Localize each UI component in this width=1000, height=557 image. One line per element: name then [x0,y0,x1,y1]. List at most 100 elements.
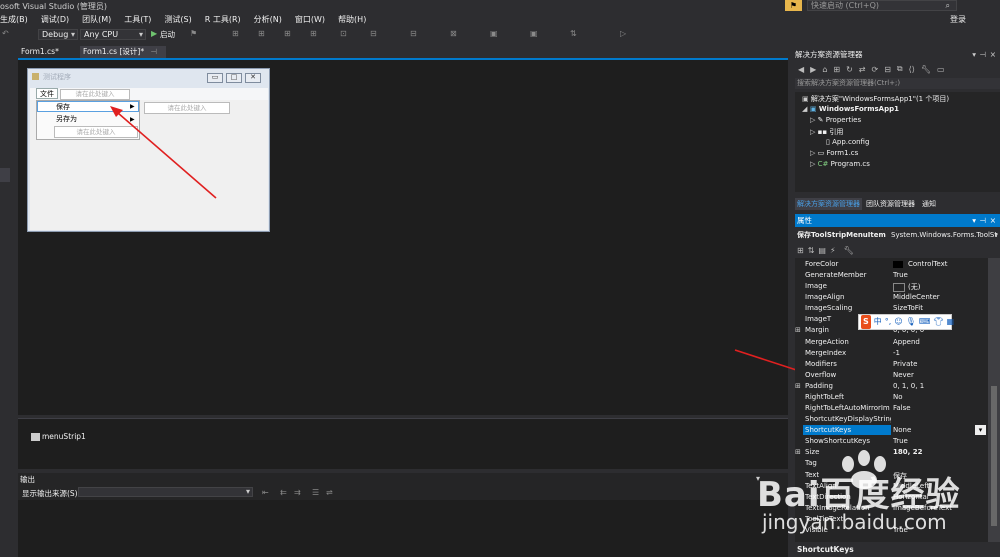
property-name[interactable]: ShortcutKeys [805,426,891,434]
properties-toolbar: ⊞ ⇅ ▤ ⚡ 🔧︎ [795,243,1000,257]
mic-icon: 🎙︎ [905,317,916,326]
next-icon[interactable]: ⇉ [294,488,301,497]
expand-property-icon[interactable]: ⊞ [795,382,801,390]
tree-references[interactable]: ▷ ▪▪ 引用 [810,127,843,137]
events-icon[interactable]: ⚡ [830,246,836,255]
tree-solution[interactable]: ▣ 解决方案"WindowsFormsApp1"(1 个项目) [802,94,949,104]
prev-icon[interactable]: ⇇ [280,488,287,497]
properties-object-select[interactable]: 保存ToolStripMenuItem System.Windows.Forms… [795,229,1000,241]
config-icon: ▯ [826,138,830,146]
property-value[interactable]: (无) [908,282,920,292]
dropdown-icon[interactable]: ▾ [972,214,976,227]
tab-solution-explorer[interactable]: 解决方案资源管理器 [795,198,862,210]
property-name[interactable]: Overflow [805,371,891,379]
property-value[interactable]: 180, 22 [893,448,922,456]
pin-icon[interactable]: ⊣ [979,50,986,59]
expand-property-icon[interactable]: ⊞ [795,326,801,334]
property-value[interactable]: MiddleCenter [893,293,940,301]
pending-icon[interactable]: ↻ [846,65,853,74]
properties-header: 属性 ▾ ⊣ × [795,214,1000,227]
solution-icon: ▣ [802,95,809,103]
property-name[interactable]: Padding [805,382,891,390]
find-icon[interactable]: ⇤ [262,488,269,497]
wrap-icon[interactable]: ⇌ [326,488,333,497]
collapsed-icon: ▷ [810,128,816,136]
property-value[interactable]: None [893,426,911,434]
property-value[interactable]: Append [893,338,920,346]
property-value[interactable]: Never [893,371,914,379]
home-icon[interactable]: ⌂ [822,65,827,74]
chevron-down-icon: ▾ [994,231,998,239]
property-name[interactable]: GenerateMember [805,271,891,279]
property-value[interactable]: -1 [893,349,900,357]
property-value[interactable]: True [893,437,908,445]
forward-icon[interactable]: ▶ [810,65,816,74]
property-name[interactable]: ImageAlign [805,293,891,301]
property-name[interactable]: ShowShortcutKeys [805,437,891,445]
property-name[interactable]: MergeIndex [805,349,891,357]
expand-property-icon[interactable]: ⊞ [795,448,801,456]
ime-chinese-mode-icon: 中 [873,317,882,326]
sync-icon[interactable]: ⇄ [859,65,866,74]
baidu-jingyan-watermark: Bai百度经验 [757,475,961,515]
close-icon[interactable]: × [990,50,996,59]
switch-view-icon[interactable]: ⊞ [833,65,840,74]
scroll-thumb[interactable] [991,386,997,526]
clear-icon[interactable]: ☰ [312,488,319,497]
ime-toolbar[interactable]: S 中 °, ☺ 🎙︎ ⌨ 👕︎ ▦ [858,314,955,330]
property-value[interactable]: ControlText [908,260,947,268]
tab-notifications[interactable]: 通知 [922,198,936,210]
tree-app-config[interactable]: ▯ App.config [826,138,869,146]
tab-team-explorer[interactable]: 团队资源管理器 [866,198,915,210]
dropdown-icon[interactable]: ▾ [972,50,976,59]
solution-explorer-toolbar: ◀ ▶ ⌂ ⊞ ↻ ⇄ ⟳ ⊟ ⧉ ⟨⟩ 🔧︎ ▭ [795,62,1000,76]
menustrip-component[interactable]: menuStrip1 [31,432,86,441]
property-name[interactable]: RightToLeft [805,393,891,401]
pin-icon[interactable]: ⊣ [979,214,986,227]
output-source-select[interactable] [78,487,253,497]
arrow-to-save [110,106,217,199]
color-swatch [893,261,903,268]
properties-icon[interactable]: ▤ [818,246,826,255]
menustrip-icon [31,433,40,441]
property-value[interactable]: True [893,271,908,279]
property-name[interactable]: Image [805,282,891,290]
tree-program[interactable]: ▷ C# Program.cs [810,160,870,168]
property-scrollbar[interactable] [988,258,1000,542]
property-value[interactable]: False [893,404,911,412]
view-code-icon[interactable]: ⟨⟩ [909,65,915,74]
property-name[interactable]: MergeAction [805,338,891,346]
alphabetical-icon[interactable]: ⇅ [808,246,815,255]
collapse-icon[interactable]: ⊟ [884,65,891,74]
watermark-url: jingyan.baidu.com [762,510,947,534]
property-value[interactable]: 0, 1, 0, 1 [893,382,924,390]
categorized-icon[interactable]: ⊞ [797,246,804,255]
property-value[interactable]: No [893,393,903,401]
property-pages-icon[interactable]: 🔧︎ [844,246,854,255]
csharp-project-icon: ▣ [809,105,817,113]
property-value[interactable]: Private [893,360,917,368]
tree-project[interactable]: ◢ ▣ WindowsFormsApp1 [802,105,899,113]
wrench-icon[interactable]: 🔧︎ [921,65,931,74]
chevron-down-icon[interactable]: ▾ [975,425,986,435]
property-name[interactable]: ImageScaling [805,304,891,312]
back-icon[interactable]: ◀ [798,65,804,74]
property-name[interactable]: RightToLeftAutoMirrorIm [805,404,891,412]
tree-properties[interactable]: ▷ ✎ Properties [810,116,861,124]
show-all-icon[interactable]: ⧉ [897,64,903,74]
property-name[interactable]: Modifiers [805,360,891,368]
solution-search-input[interactable]: 搜索解决方案资源管理器(Ctrl+;) [795,78,1000,89]
output-text-area[interactable] [18,500,788,557]
property-description-title: ShortcutKeys [797,545,854,554]
property-name[interactable]: ForeColor [805,260,891,268]
ime-punctuation-icon: °, [884,317,892,326]
toolbox-icon: ▦ [946,317,955,326]
tree-form1[interactable]: ▷ ▭ Form1.cs [810,149,858,157]
property-name[interactable]: ShortcutKeyDisplayString [805,415,891,423]
refresh-icon[interactable]: ⟳ [872,65,879,74]
preview-icon[interactable]: ▭ [937,65,945,74]
close-icon[interactable]: × [990,214,996,227]
skin-icon: 👕︎ [933,317,944,326]
keyboard-icon: ⌨ [918,317,931,326]
property-value[interactable]: SizeToFit [893,304,923,312]
